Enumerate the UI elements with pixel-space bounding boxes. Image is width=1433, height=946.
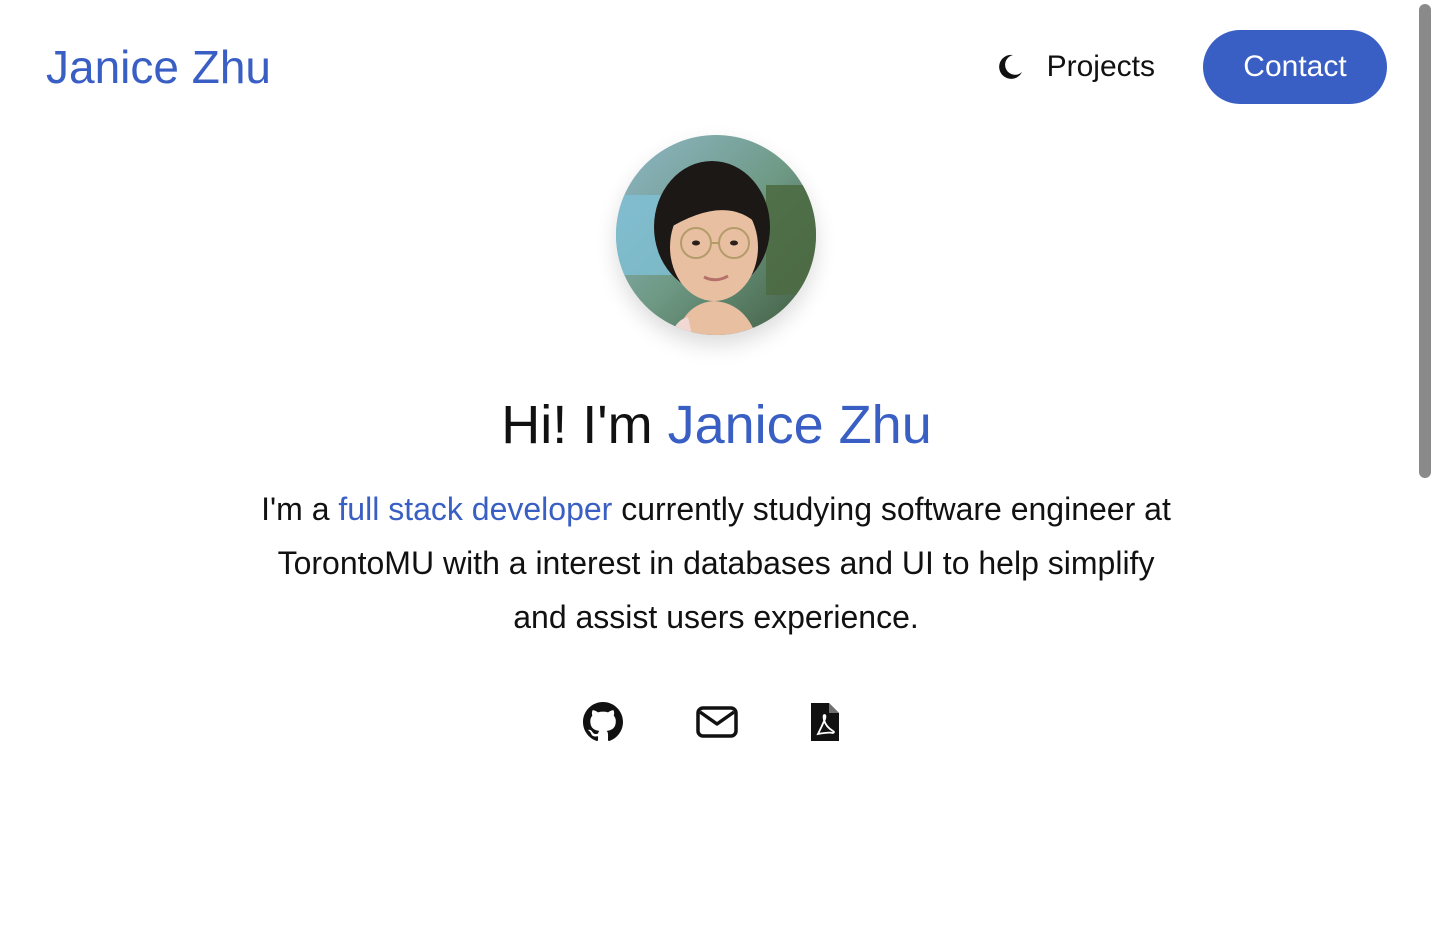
headline-name: Janice Zhu — [667, 395, 932, 455]
scrollbar[interactable] — [1415, 0, 1433, 946]
page: Janice Zhu Projects Contact Hi! I'm Jani… — [0, 0, 1433, 946]
nav-projects-link[interactable]: Projects — [1047, 47, 1155, 87]
resume-link[interactable] — [803, 700, 847, 744]
avatar — [616, 135, 816, 335]
pdf-icon — [810, 703, 839, 741]
top-nav: Projects Contact — [995, 30, 1387, 104]
bio-text: I'm a full stack developer currently stu… — [256, 482, 1176, 644]
greeting-text: Hi! I'm — [501, 395, 668, 455]
bio-prefix: I'm a — [261, 491, 339, 527]
page-title: Hi! I'm Janice Zhu — [0, 392, 1433, 458]
brand-logo[interactable]: Janice Zhu — [46, 38, 271, 96]
social-links — [0, 700, 1433, 744]
github-icon — [582, 702, 623, 742]
contact-button[interactable]: Contact — [1203, 30, 1387, 104]
scrollbar-thumb[interactable] — [1419, 4, 1431, 478]
bio-role: full stack developer — [338, 491, 613, 527]
mail-icon — [695, 706, 738, 738]
moon-icon[interactable] — [995, 52, 1025, 82]
email-link[interactable] — [695, 700, 739, 744]
github-link[interactable] — [581, 700, 625, 744]
profile-photo — [616, 135, 816, 335]
